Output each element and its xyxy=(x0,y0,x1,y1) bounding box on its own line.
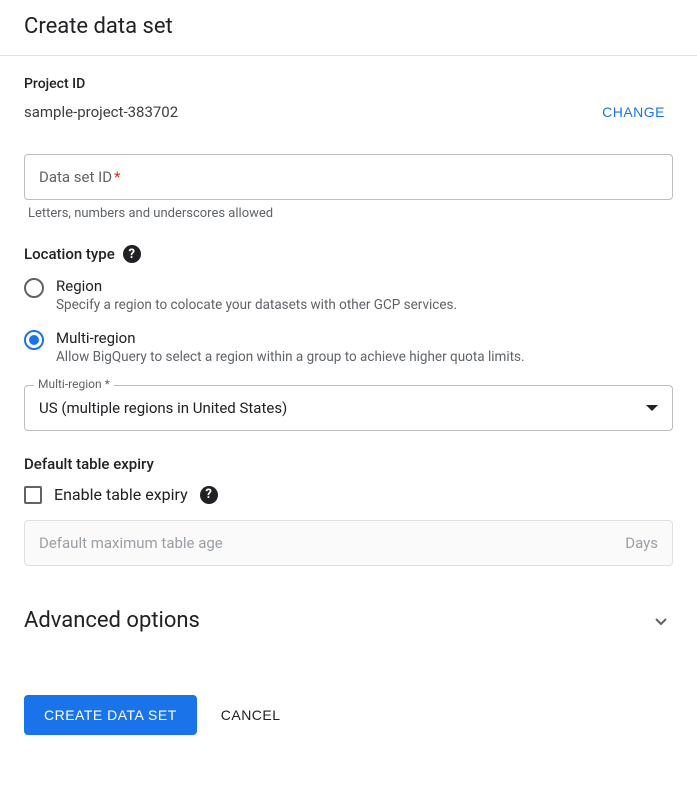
dataset-id-helper: Letters, numbers and underscores allowed xyxy=(24,206,673,221)
help-icon[interactable]: ? xyxy=(200,486,218,504)
caret-down-icon xyxy=(646,405,658,411)
help-icon[interactable]: ? xyxy=(123,245,141,263)
multiregion-select-wrap: Multi-region * US (multiple regions in U… xyxy=(24,385,673,431)
dataset-id-placeholder: Data set ID* xyxy=(39,168,121,186)
project-id-value: sample-project-383702 xyxy=(24,103,178,121)
multiregion-select[interactable]: US (multiple regions in United States) xyxy=(24,385,673,431)
footer-actions: CREATE DATA SET CANCEL xyxy=(24,695,673,735)
multiregion-select-value: US (multiple regions in United States) xyxy=(39,399,287,417)
enable-expiry-checkbox[interactable] xyxy=(24,486,42,504)
panel-body: Project ID sample-project-383702 CHANGE … xyxy=(0,56,697,759)
advanced-options-label: Advanced options xyxy=(24,608,200,633)
project-id-label: Project ID xyxy=(24,76,673,92)
expiry-heading: Default table expiry xyxy=(24,455,673,473)
panel-title: Create data set xyxy=(0,0,697,56)
max-table-age-input[interactable]: Default maximum table age Days xyxy=(24,520,673,566)
max-table-age-placeholder: Default maximum table age xyxy=(39,534,223,552)
radio-region[interactable]: Region Specify a region to colocate your… xyxy=(24,273,673,325)
required-star: * xyxy=(114,168,120,186)
dataset-id-input[interactable]: Data set ID* xyxy=(24,154,673,200)
radio-multiregion[interactable]: Multi-region Allow BigQuery to select a … xyxy=(24,325,673,377)
location-type-text: Location type xyxy=(24,245,115,263)
project-row: sample-project-383702 CHANGE xyxy=(24,98,673,126)
radio-button-multiregion[interactable] xyxy=(24,330,44,350)
enable-expiry-row[interactable]: Enable table expiry ? xyxy=(24,485,673,504)
location-type-label: Location type ? xyxy=(24,245,673,263)
max-table-age-unit: Days xyxy=(625,534,658,552)
radio-region-label: Region xyxy=(56,277,457,295)
radio-button-region[interactable] xyxy=(24,278,44,298)
cancel-button[interactable]: CANCEL xyxy=(217,699,285,731)
advanced-options-toggle[interactable]: Advanced options xyxy=(24,590,673,651)
create-dataset-button[interactable]: CREATE DATA SET xyxy=(24,695,197,735)
change-project-button[interactable]: CHANGE xyxy=(594,98,673,126)
multiregion-select-legend: Multi-region * xyxy=(34,377,114,391)
dataset-id-field: Data set ID* Letters, numbers and unders… xyxy=(24,154,673,221)
chevron-down-icon xyxy=(649,609,673,633)
radio-region-desc: Specify a region to colocate your datase… xyxy=(56,297,457,313)
radio-multiregion-desc: Allow BigQuery to select a region within… xyxy=(56,349,525,365)
radio-multiregion-label: Multi-region xyxy=(56,329,525,347)
enable-expiry-label: Enable table expiry xyxy=(54,485,188,504)
